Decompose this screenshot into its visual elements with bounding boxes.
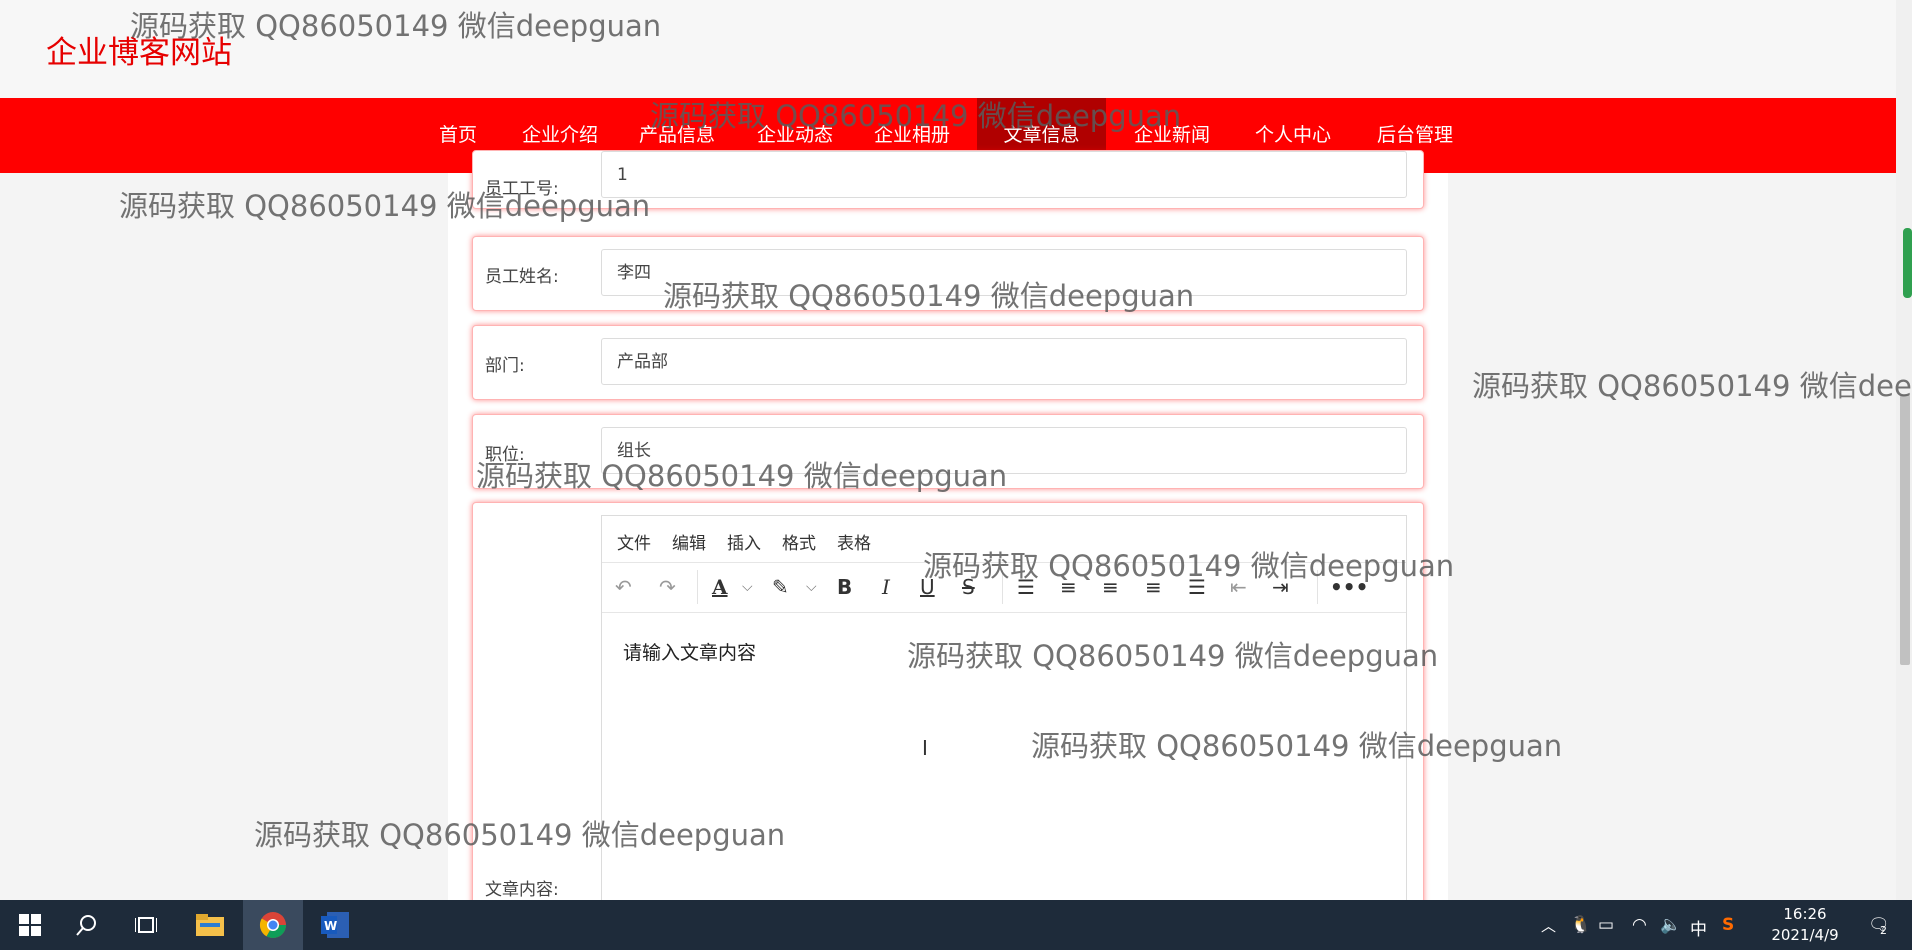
text-cursor-icon: I: [922, 736, 928, 760]
form-row-employee-id: 员工工号: 1: [472, 150, 1424, 209]
department-label: 部门:: [485, 356, 525, 376]
sogou-icon[interactable]: S: [1722, 915, 1734, 935]
employee-id-input[interactable]: 1: [601, 151, 1407, 198]
undo-icon[interactable]: ↶: [615, 574, 632, 600]
redo-icon[interactable]: ↷: [659, 574, 676, 600]
strikethrough-icon[interactable]: S: [962, 574, 975, 600]
system-clock[interactable]: 16:26 2021/4/9: [1760, 904, 1850, 946]
underline-icon[interactable]: U: [920, 574, 935, 600]
windows-start-icon[interactable]: [0, 900, 60, 950]
side-widget[interactable]: [1903, 228, 1912, 298]
file-explorer-icon[interactable]: [180, 900, 240, 950]
content-label: 文章内容:: [485, 880, 559, 900]
bold-icon[interactable]: B: [837, 574, 852, 600]
battery-icon[interactable]: ▭: [1598, 915, 1614, 935]
svg-text:W: W: [324, 919, 337, 933]
watermark-text: 源码获取 QQ86050149 微信deepguan: [1472, 369, 1912, 403]
wifi-icon[interactable]: ◠: [1632, 915, 1647, 935]
align-right-icon[interactable]: ≡: [1145, 574, 1162, 600]
form-row-content: 文章内容: 文件 编辑 插入 格式 表格 ↶ ↷ A ⌵ ✎ ⌵ B I U S…: [472, 502, 1424, 935]
justify-icon[interactable]: ☰: [1188, 574, 1206, 600]
employee-id-label: 员工工号:: [485, 179, 559, 199]
employee-name-input[interactable]: 李四: [601, 249, 1407, 296]
chevron-down-icon[interactable]: ⌵: [806, 574, 817, 600]
editor-menubar: 文件 编辑 插入 格式 表格: [602, 516, 1406, 563]
position-input[interactable]: 组长: [601, 427, 1407, 474]
align-center-icon[interactable]: ≡: [1102, 574, 1119, 600]
more-icon[interactable]: •••: [1330, 574, 1368, 600]
italic-icon[interactable]: I: [882, 574, 890, 600]
form-row-employee-name: 员工姓名: 李四: [472, 236, 1424, 311]
chevron-down-icon[interactable]: ⌵: [742, 574, 753, 600]
ime-indicator[interactable]: 中: [1690, 915, 1707, 940]
outdent-icon[interactable]: ⇤: [1230, 574, 1247, 600]
scrollbar-thumb[interactable]: [1900, 395, 1910, 665]
taskbar: W ︿ 🐧 ▭ ◠ 🔈 中 S 16:26 2021/4/9 🗨 2: [0, 900, 1912, 950]
menu-file[interactable]: 文件: [617, 529, 651, 554]
chrome-icon[interactable]: [243, 900, 303, 950]
editor-toolbar: ↶ ↷ A ⌵ ✎ ⌵ B I U S ☰ ≡ ≡ ≡ ☰ ⇤ ⇥ •••: [602, 562, 1406, 613]
word-icon[interactable]: W: [305, 900, 365, 950]
line-height-icon[interactable]: ☰: [1017, 574, 1035, 600]
task-view-icon[interactable]: [116, 900, 176, 950]
notification-count: 2: [1880, 924, 1887, 937]
toolbar-divider: [697, 570, 698, 604]
volume-icon[interactable]: 🔈: [1660, 915, 1681, 935]
menu-edit[interactable]: 编辑: [672, 529, 706, 554]
toolbar-divider: [1317, 570, 1318, 604]
search-icon[interactable]: [57, 900, 117, 950]
department-input[interactable]: 产品部: [601, 338, 1407, 385]
form-row-position: 职位: 组长: [472, 414, 1424, 489]
highlight-icon[interactable]: ✎: [772, 574, 789, 600]
employee-name-label: 员工姓名:: [485, 267, 559, 287]
menu-format[interactable]: 格式: [782, 529, 816, 554]
menu-table[interactable]: 表格: [837, 529, 871, 554]
rich-text-editor: 文件 编辑 插入 格式 表格 ↶ ↷ A ⌵ ✎ ⌵ B I U S ☰ ≡ ≡…: [601, 515, 1407, 935]
chevron-up-icon[interactable]: ︿: [1541, 915, 1556, 936]
clock-date: 2021/4/9: [1771, 926, 1839, 944]
header-bar: 企业博客网站: [0, 0, 1896, 98]
position-label: 职位:: [485, 445, 525, 465]
site-title[interactable]: 企业博客网站: [46, 27, 232, 72]
indent-icon[interactable]: ⇥: [1272, 574, 1289, 600]
align-left-icon[interactable]: ≡: [1060, 574, 1077, 600]
form-row-department: 部门: 产品部: [472, 325, 1424, 400]
menu-insert[interactable]: 插入: [727, 529, 761, 554]
toolbar-divider: [1002, 570, 1003, 604]
clock-time: 16:26: [1783, 905, 1827, 923]
font-color-icon[interactable]: A: [712, 574, 728, 600]
qq-icon[interactable]: 🐧: [1570, 915, 1591, 935]
editor-placeholder[interactable]: 请输入文章内容: [623, 638, 756, 665]
